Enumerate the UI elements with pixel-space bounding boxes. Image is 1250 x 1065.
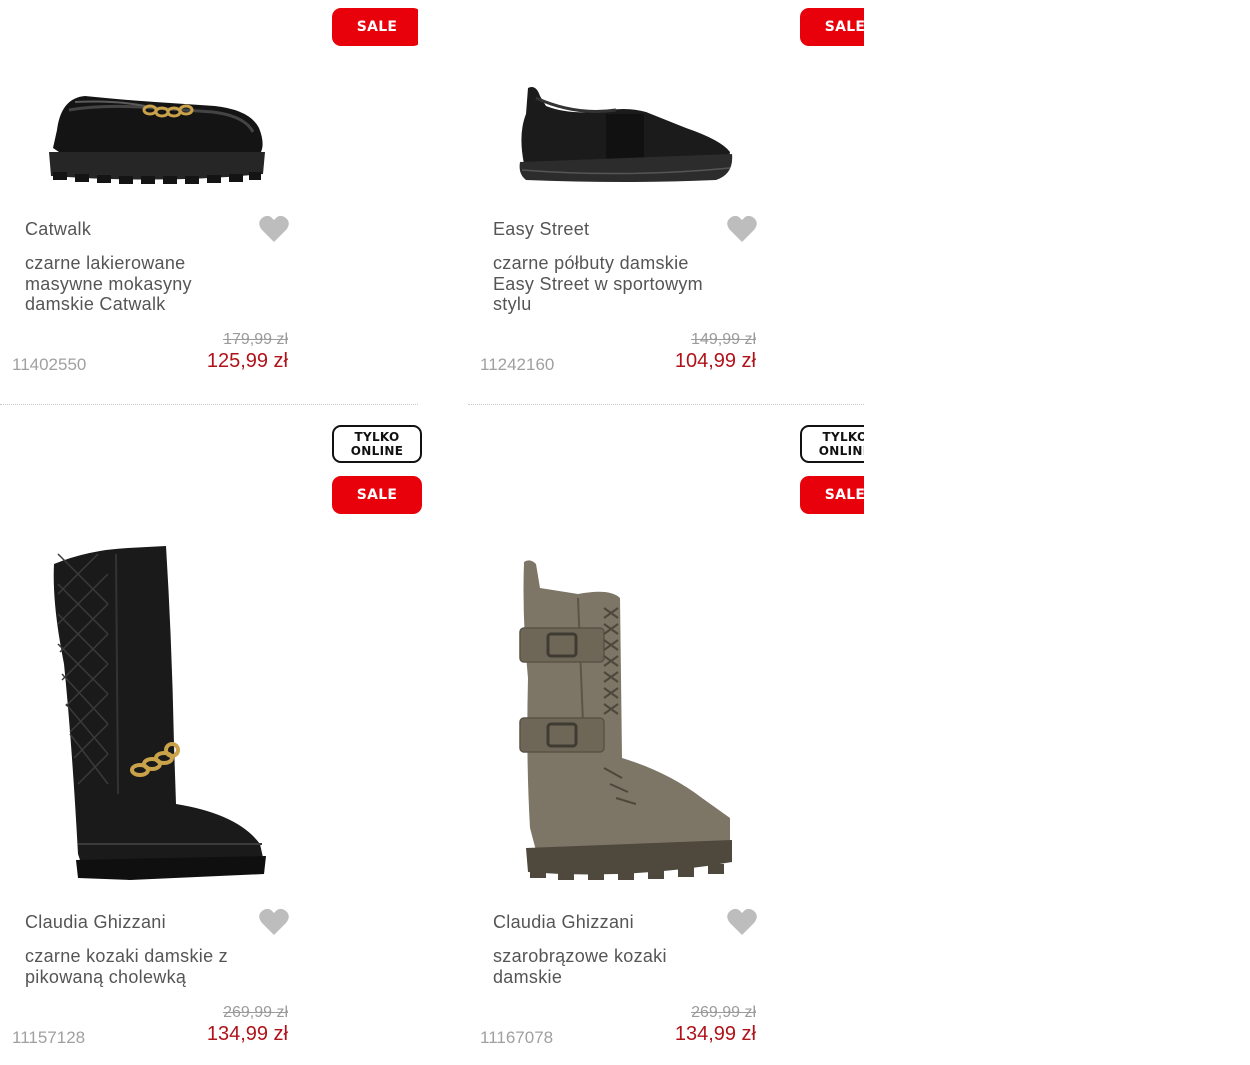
online-only-badge: TYLKO ONLINE (332, 425, 422, 463)
product-image-loafer[interactable] (45, 88, 270, 188)
badge-line: TYLKO (354, 430, 400, 444)
current-price: 134,99 zł (674, 1023, 756, 1045)
heart-icon[interactable] (726, 214, 758, 244)
product-brand[interactable]: Easy Street (493, 219, 589, 240)
product-card[interactable]: TYLKO ONLINE SALE Claudia Ghizzani czarn… (0, 408, 430, 1065)
product-card[interactable]: SALE Catwalk czarne lakierowane masywne … (0, 0, 418, 405)
sale-badge: SALE (800, 8, 864, 46)
badge-line: ONLINE (350, 444, 404, 458)
heart-icon[interactable] (258, 907, 290, 937)
product-sku: 11402550 (12, 355, 87, 374)
badge-line: ONLINE (818, 444, 864, 458)
sale-badge: SALE (332, 476, 422, 514)
product-brand[interactable]: Claudia Ghizzani (25, 912, 166, 933)
product-brand[interactable]: Catwalk (25, 219, 91, 240)
online-only-badge: TYLKO ONLINE (800, 425, 864, 463)
product-sku: 11157128 (12, 1028, 86, 1047)
product-card[interactable]: SALE Easy Street czarne półbuty damskie … (468, 0, 864, 405)
heart-icon[interactable] (726, 907, 758, 937)
old-price: 269,99 zł (691, 1004, 756, 1021)
product-card[interactable]: TYLKO ONLINE SALE Claudia Ghizzani szaro… (468, 408, 864, 1065)
badge-line: TYLKO (822, 430, 865, 444)
sale-badge: SALE (800, 476, 864, 514)
heart-icon[interactable] (258, 214, 290, 244)
current-price: 104,99 zł (674, 350, 756, 372)
product-title[interactable]: czarne lakierowane masywne mokasyny dams… (25, 253, 265, 315)
product-image-buckle-boot[interactable] (518, 558, 738, 880)
current-price: 134,99 zł (206, 1023, 288, 1045)
product-title[interactable]: czarne kozaki damskie z pikowaną cholewk… (25, 946, 265, 987)
current-price: 125,99 zł (206, 350, 288, 372)
product-title[interactable]: szarobrązowe kozaki damskie (493, 946, 733, 987)
sale-badge: SALE (332, 8, 418, 46)
product-sku: 11167078 (480, 1028, 554, 1047)
product-title[interactable]: czarne półbuty damskie Easy Street w spo… (493, 253, 733, 315)
product-sku: 11242160 (480, 355, 555, 374)
product-image-quilted-boot[interactable] (48, 544, 268, 880)
product-brand[interactable]: Claudia Ghizzani (493, 912, 634, 933)
old-price: 269,99 zł (223, 1004, 288, 1021)
product-image-slip-on[interactable] (516, 84, 736, 184)
old-price: 149,99 zł (691, 331, 756, 348)
old-price: 179,99 zł (223, 331, 288, 348)
